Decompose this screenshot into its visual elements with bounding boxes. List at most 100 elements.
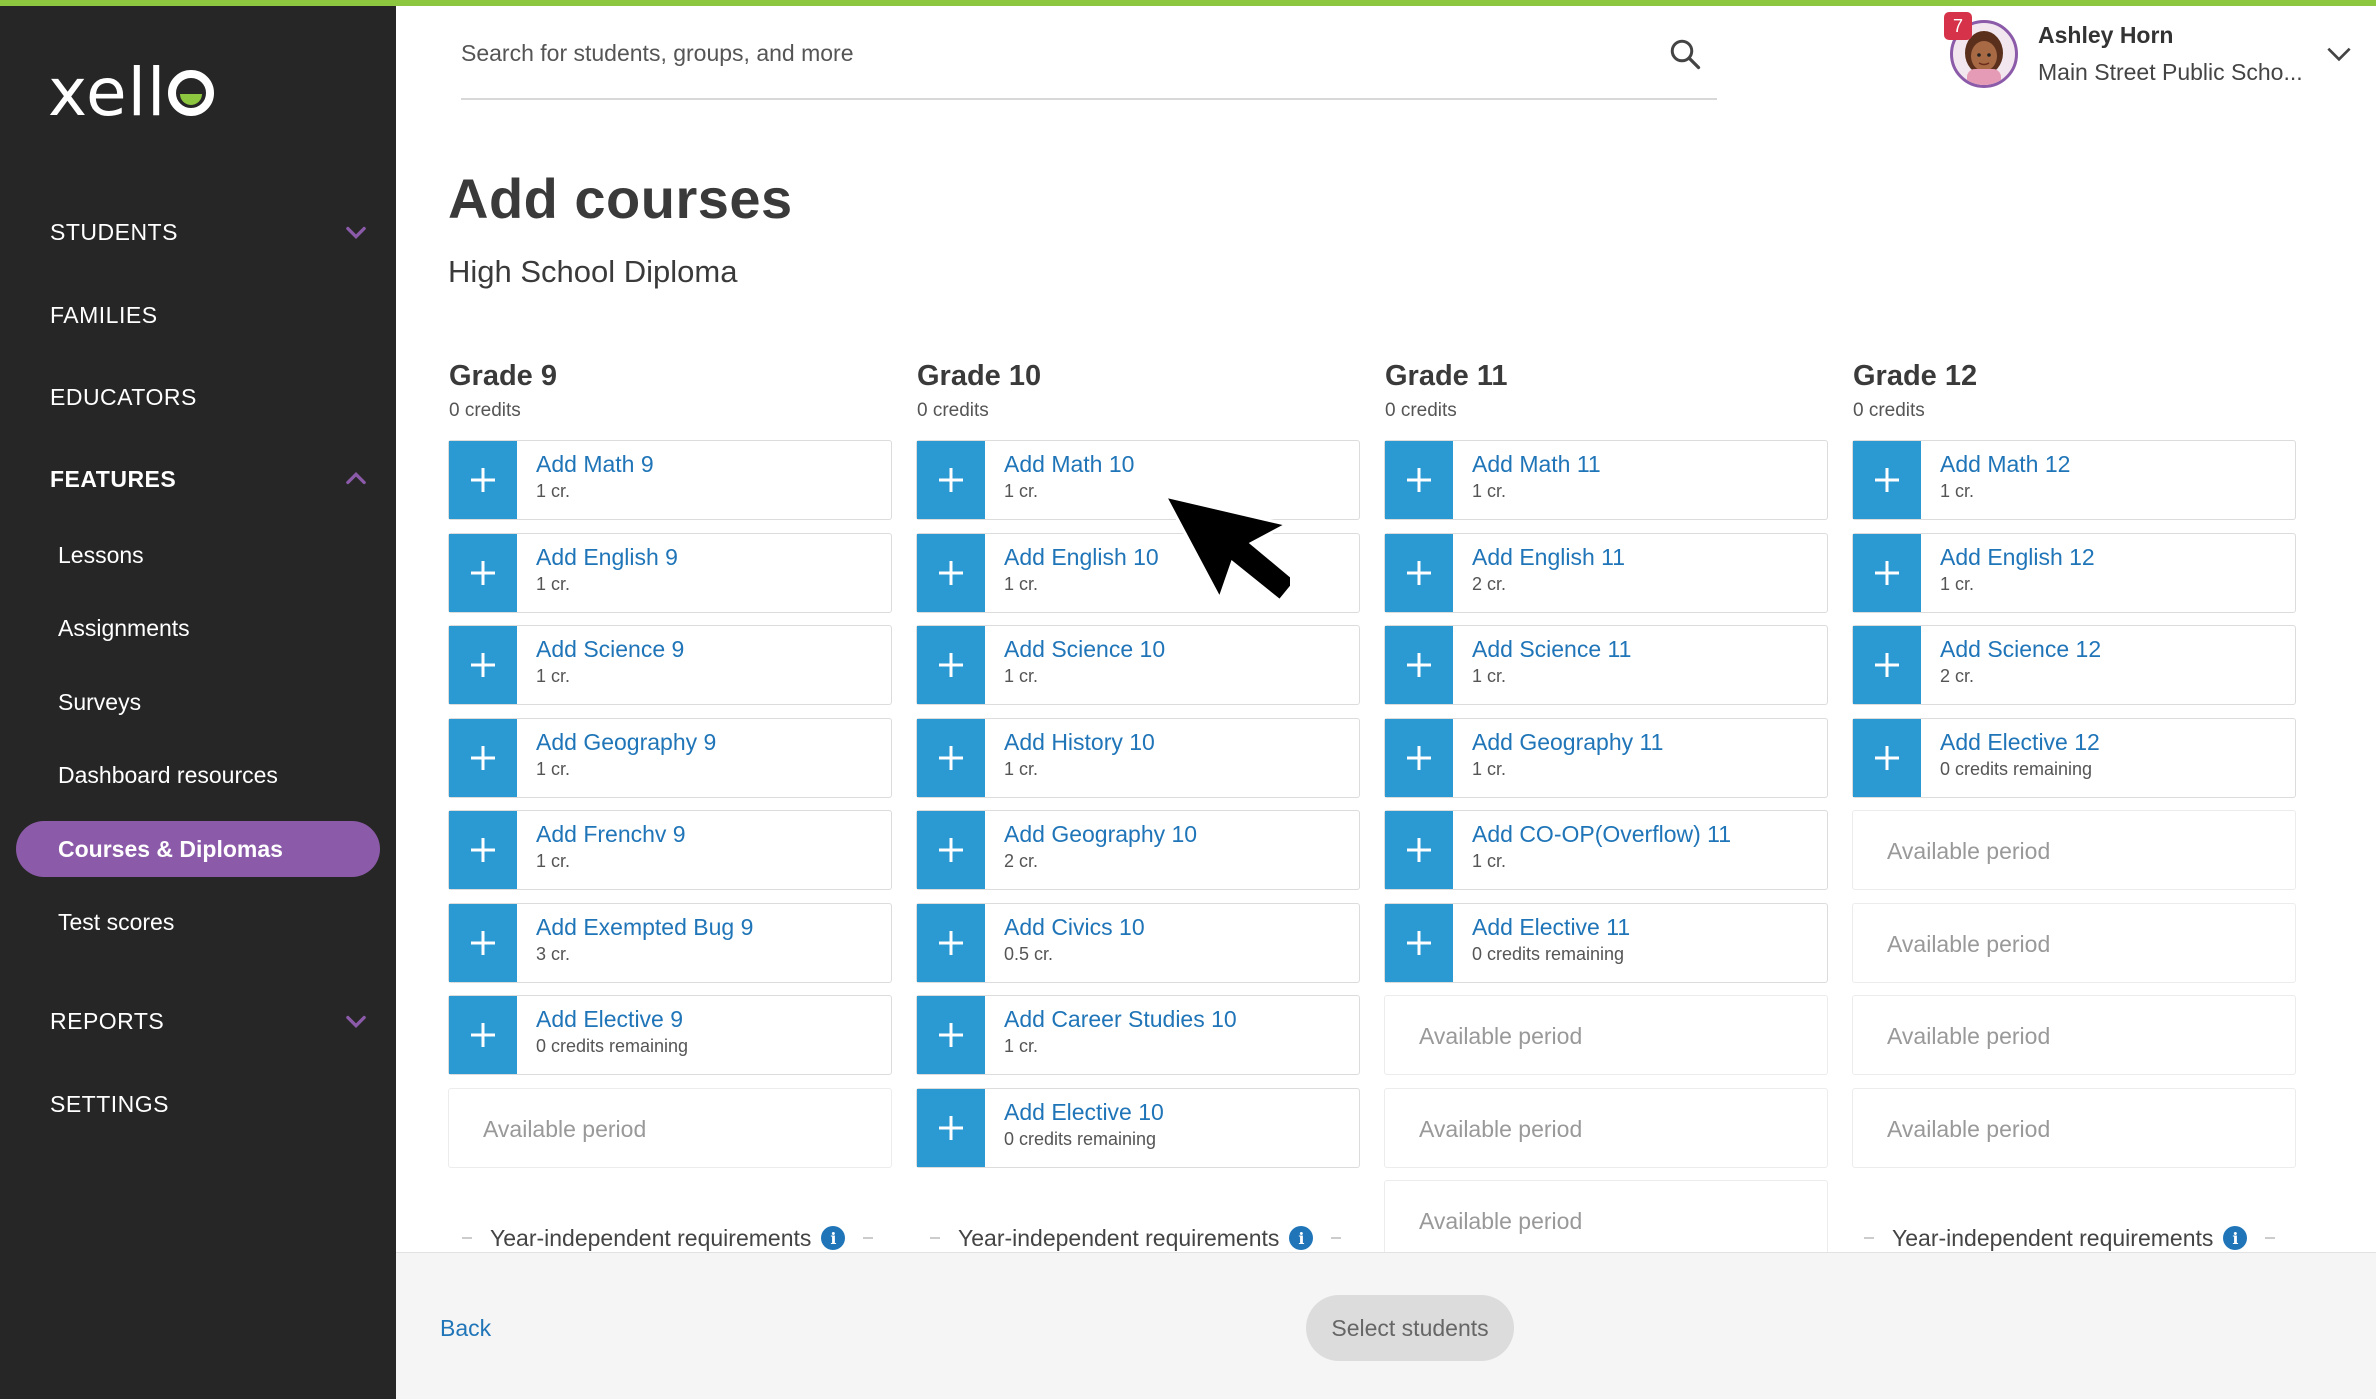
add-course-card[interactable]: Add Civics 10 0.5 cr.: [916, 902, 1360, 983]
plus-icon[interactable]: [917, 441, 985, 519]
add-course-card[interactable]: Add English 11 2 cr.: [1384, 532, 1828, 613]
add-course-card[interactable]: Add English 12 1 cr.: [1852, 532, 2296, 613]
plus-icon[interactable]: [1853, 626, 1921, 704]
add-course-card[interactable]: Add History 10 1 cr.: [916, 717, 1360, 798]
plus-icon[interactable]: [917, 718, 985, 797]
add-course-card[interactable]: Add CO-OP(Overflow) 11 1 cr.: [1384, 810, 1828, 890]
add-course-card[interactable]: Add Math 12 1 cr.: [1852, 440, 2296, 520]
available-period-slot[interactable]: Available period: [1384, 1180, 1828, 1260]
sidebar-item-features[interactable]: FEATURES: [50, 459, 370, 499]
course-name[interactable]: Add English 12: [1940, 544, 2095, 571]
back-link[interactable]: Back: [440, 1315, 491, 1342]
plus-icon[interactable]: [1385, 533, 1453, 612]
course-name[interactable]: Add Math 9: [536, 451, 654, 478]
sidebar-item-test-scores[interactable]: Test scores: [58, 902, 174, 942]
plus-icon[interactable]: [917, 533, 985, 612]
plus-icon[interactable]: [1385, 718, 1453, 797]
search-icon[interactable]: [1667, 36, 1703, 72]
available-period-slot[interactable]: Available period: [1852, 810, 2296, 890]
user-menu[interactable]: 7 Ashley Horn Main Street Public Scho...: [1944, 12, 2351, 94]
add-course-card[interactable]: Add Math 11 1 cr.: [1384, 440, 1828, 520]
plus-icon[interactable]: [449, 996, 517, 1074]
course-name[interactable]: Add English 9: [536, 544, 678, 571]
add-course-card[interactable]: Add Science 11 1 cr.: [1384, 625, 1828, 705]
add-course-card[interactable]: Add Exempted Bug 93 cr.: [448, 902, 892, 983]
add-course-card[interactable]: Add Geography 10 2 cr.: [916, 810, 1360, 890]
course-name[interactable]: Add Elective 9: [536, 1006, 683, 1033]
course-name[interactable]: Add CO-OP(Overflow) 11: [1472, 821, 1731, 848]
search-input[interactable]: Search for students, groups, and more: [461, 40, 854, 67]
notification-badge[interactable]: 7: [1944, 12, 1972, 40]
add-course-card[interactable]: Add Geography 11 1 cr.: [1384, 717, 1828, 798]
course-name[interactable]: Add Science 9: [536, 636, 684, 663]
add-course-card[interactable]: Add Elective 12 0 credits remaining: [1852, 717, 2296, 798]
available-period-slot[interactable]: Available period: [1852, 902, 2296, 983]
chevron-down-icon[interactable]: [2323, 38, 2355, 70]
course-name[interactable]: Add English 10: [1004, 544, 1159, 571]
course-name[interactable]: Add Civics 10: [1004, 914, 1145, 941]
add-course-card[interactable]: Add English 91 cr.: [448, 532, 892, 613]
year-independent-requirements[interactable]: Year-independent requirements i: [1864, 1223, 2276, 1253]
add-course-card[interactable]: Add Math 10 1 cr.: [916, 440, 1360, 520]
add-course-card[interactable]: Add Science 9 1 cr.: [448, 625, 892, 705]
plus-icon[interactable]: [1385, 626, 1453, 704]
add-course-card[interactable]: Add Science 12 2 cr.: [1852, 625, 2296, 705]
available-period-slot[interactable]: Available period: [1384, 995, 1828, 1075]
add-course-card[interactable]: Add Elective 9 0 credits remaining: [448, 995, 892, 1075]
plus-icon[interactable]: [917, 996, 985, 1074]
plus-icon[interactable]: [1385, 441, 1453, 519]
select-students-button[interactable]: Select students: [1306, 1295, 1514, 1361]
course-name[interactable]: Add Math 11: [1472, 451, 1601, 478]
course-name[interactable]: Add Elective 12: [1940, 729, 2100, 756]
course-name[interactable]: Add Geography 10: [1004, 821, 1197, 848]
search-bar[interactable]: Search for students, groups, and more: [461, 28, 1717, 100]
course-name[interactable]: Add Elective 10: [1004, 1099, 1164, 1126]
info-icon[interactable]: i: [1289, 1226, 1314, 1250]
sidebar-item-surveys[interactable]: Surveys: [58, 682, 141, 722]
plus-icon[interactable]: [449, 903, 517, 982]
sidebar-item-reports[interactable]: REPORTS: [50, 1001, 370, 1041]
plus-icon[interactable]: [917, 1088, 985, 1167]
course-name[interactable]: Add Elective 11: [1472, 914, 1630, 941]
course-name[interactable]: Add Career Studies 10: [1004, 1006, 1237, 1033]
plus-icon[interactable]: [917, 903, 985, 982]
plus-icon[interactable]: [449, 718, 517, 797]
course-name[interactable]: Add Science 10: [1004, 636, 1165, 663]
course-name[interactable]: Add Exempted Bug 9: [536, 914, 753, 941]
course-name[interactable]: Add Science 11: [1472, 636, 1631, 663]
add-course-card[interactable]: Add Elective 11 0 credits remaining: [1384, 902, 1828, 983]
plus-icon[interactable]: [917, 811, 985, 889]
plus-icon[interactable]: [1853, 533, 1921, 612]
plus-icon[interactable]: [1385, 903, 1453, 982]
sidebar-item-courses-diplomas[interactable]: Courses & Diplomas: [16, 821, 380, 877]
plus-icon[interactable]: [917, 626, 985, 704]
add-course-card[interactable]: Add Science 10 1 cr.: [916, 625, 1360, 705]
info-icon[interactable]: i: [2223, 1226, 2248, 1250]
sidebar-item-students[interactable]: STUDENTS: [50, 212, 370, 252]
plus-icon[interactable]: [449, 811, 517, 889]
xello-logo[interactable]: xell: [48, 58, 215, 128]
course-name[interactable]: Add Math 12: [1940, 451, 2070, 478]
course-name[interactable]: Add English 11: [1472, 544, 1625, 571]
sidebar-item-educators[interactable]: EDUCATORS: [50, 377, 370, 417]
info-icon[interactable]: i: [821, 1226, 846, 1250]
plus-icon[interactable]: [449, 533, 517, 612]
add-course-card[interactable]: Add Career Studies 10 1 cr.: [916, 995, 1360, 1075]
add-course-card[interactable]: Add Math 9 1 cr.: [448, 440, 892, 520]
available-period-slot[interactable]: Available period: [1384, 1087, 1828, 1168]
plus-icon[interactable]: [449, 626, 517, 704]
course-name[interactable]: Add History 10: [1004, 729, 1155, 756]
add-course-card[interactable]: Add Geography 91 cr.: [448, 717, 892, 798]
plus-icon[interactable]: [1385, 811, 1453, 889]
add-course-card[interactable]: Add Elective 10 0 credits remaining: [916, 1087, 1360, 1168]
sidebar-item-dashboard-resources[interactable]: Dashboard resources: [58, 755, 278, 795]
sidebar-item-families[interactable]: FAMILIES: [50, 295, 370, 335]
add-course-card[interactable]: Add English 10 1 cr.: [916, 532, 1360, 613]
course-name[interactable]: Add Math 10: [1004, 451, 1134, 478]
sidebar-item-lessons[interactable]: Lessons: [58, 535, 144, 575]
available-period-slot[interactable]: Available period: [1852, 995, 2296, 1075]
available-period-slot[interactable]: Available period: [448, 1087, 892, 1168]
sidebar-item-settings[interactable]: SETTINGS: [50, 1084, 370, 1124]
year-independent-requirements[interactable]: Year-independent requirements i: [930, 1223, 1342, 1253]
sidebar-item-assignments[interactable]: Assignments: [58, 608, 190, 648]
